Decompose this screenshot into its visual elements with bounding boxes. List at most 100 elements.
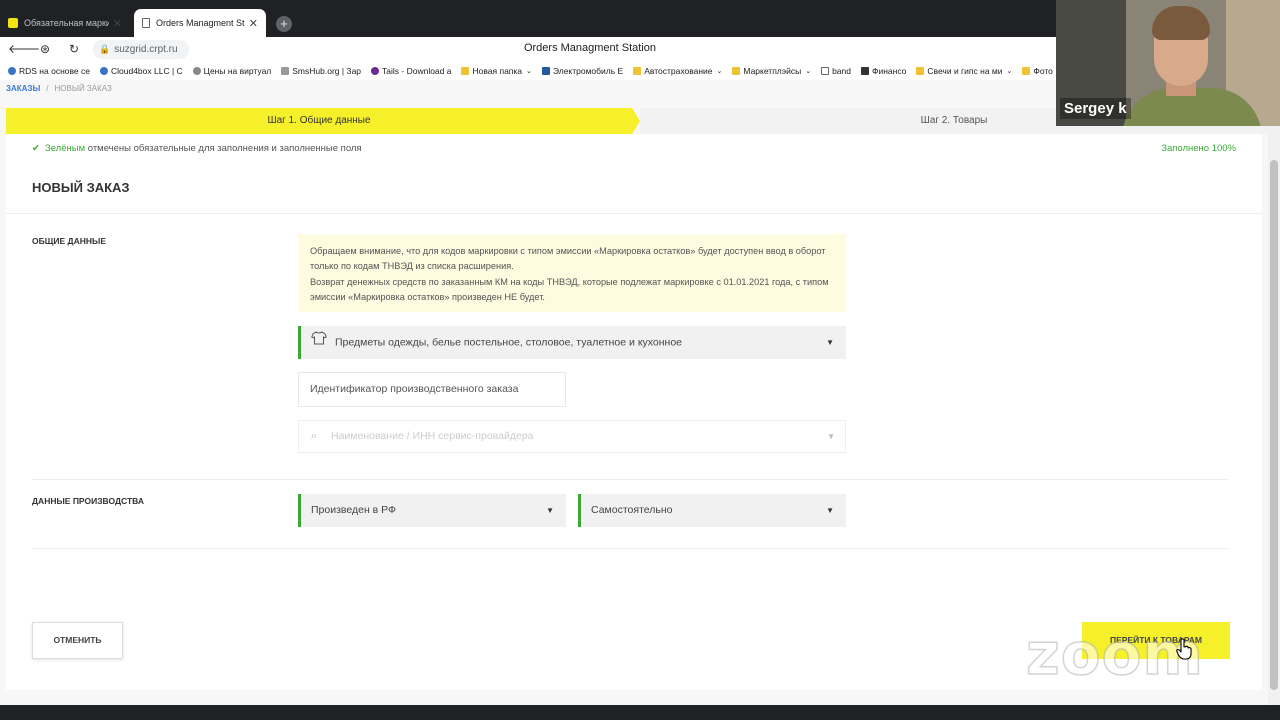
cancel-button[interactable]: ОТМЕНИТЬ [32,622,123,659]
search-icon: ⌕ [311,430,318,442]
page-scrollbar[interactable] [1268,80,1280,705]
notice-paragraph: Обращаем внимание, что для кодов маркиро… [310,246,826,271]
bookmark-folder[interactable]: Новая папка ⌄ [461,66,532,76]
hint-text: отмечены обязательные для заполнения и з… [85,143,362,154]
tab-close-icon[interactable]: ✕ [113,17,122,30]
chevron-down-icon: ▼ [826,338,834,347]
browser-tab-orders[interactable]: Orders Managment Stat ✕ [134,9,266,37]
site-icon [541,67,550,75]
bookmark-label: Cloud4box LLC | C [110,66,183,76]
hand-cursor-icon [1176,638,1192,665]
address-bar[interactable]: 🔒 suzgrid.crpt.ru [93,40,189,59]
tails-icon [371,67,380,75]
bookmark-folder[interactable]: Фото [1022,66,1053,76]
hint-highlight: Зелёным [44,143,86,154]
production-order-id-field[interactable]: Идентификатор производственного заказа [298,372,566,407]
screen: Обязательная маркировк ✕ Orders Managmen… [0,0,1280,720]
folder-icon [732,67,741,75]
service-provider-select[interactable]: ⌕ Наименование / ИНН сервис-провайдера ▼ [298,420,846,453]
order-id-placeholder: Идентификатор производственного заказа [310,383,519,395]
bookmark-item[interactable]: Электромобиль Е [541,66,624,76]
bookmark-folder[interactable]: Автострахование ⌄ [633,66,722,76]
site-icon [861,67,869,75]
section-general-label: ОБЩИЕ ДАННЫЕ [32,236,106,246]
page-icon [821,67,830,75]
bookmark-label: Цены на виртуал [203,66,272,76]
breadcrumb-current: НОВЫЙ ЗАКАЗ [54,84,112,93]
participant-name: Sergey k [1060,98,1131,119]
bookmark-item[interactable]: Tails - Download a [371,66,451,76]
product-group-value: Предметы одежды, белье постельное, столо… [335,336,683,349]
bookmark-label: Tails - Download a [382,66,452,76]
bookmark-item[interactable]: SmsHub.org | Зар [281,66,361,76]
bookmark-label: RDS на основе се [19,66,90,76]
bookmark-label: band [832,66,851,76]
divider [32,548,1228,549]
breadcrumb-orders-link[interactable]: ЗАКАЗЫ [6,84,40,93]
production-method-value: Самостоятельно [591,504,673,516]
chevron-down-icon: ▼ [546,506,554,515]
tab-title: Обязательная маркировк [24,18,109,28]
chevron-down-icon: ⌄ [805,68,812,75]
participant-video-tile[interactable]: Sergey k [1056,0,1280,126]
bookmark-item[interactable]: Cloud4box LLC | C [99,66,183,76]
divider [32,479,1228,480]
bookmark-label: Свечи и гипс на ми [927,66,1003,76]
folder-icon [916,67,925,75]
cloud-icon [99,67,108,75]
bookmark-item[interactable]: RDS на основе се [8,66,90,76]
tab-title: Orders Managment Stat [156,18,245,28]
bookmark-item[interactable]: Финансо [861,66,906,76]
order-form-card: ✔ Зелёным отмечены обязательные для запол… [6,134,1262,690]
bookmark-folder[interactable]: Свечи и гипс на ми ⌄ [916,66,1012,76]
required-fields-hint: ✔ Зелёным отмечены обязательные для запол… [32,143,362,154]
wordpress-icon [8,67,16,75]
chevron-down-icon: ▼ [826,506,834,515]
chevron-down-icon: ▼ [827,432,835,441]
tab-page-icon [142,18,150,28]
scrollbar-thumb[interactable] [1270,160,1278,690]
chevron-down-icon: ⌄ [526,68,532,75]
bookmark-label: Маркетплэйсы [743,66,802,76]
production-method-select[interactable]: Самостоятельно ▼ [578,494,846,527]
step-general-data[interactable]: Шаг 1. Общие данные [6,108,632,134]
breadcrumb-separator: / [46,84,49,93]
tab-favicon-icon [8,18,18,28]
shirt-icon [311,326,327,359]
bookmark-item[interactable]: Цены на виртуал [192,66,272,76]
reload-icon[interactable]: ↻ [66,41,82,57]
participant-hair [1152,6,1210,40]
bookmark-label: SmsHub.org | Зар [292,66,362,76]
fill-progress: Заполнено 100% [1161,143,1236,154]
bookmark-label: Финансо [872,66,907,76]
bookmark-label: Автострахование [644,66,713,76]
browser-tab-markirovka[interactable]: Обязательная маркировк ✕ [0,9,130,37]
provider-placeholder: Наименование / ИНН сервис-провайдера [331,430,534,442]
divider [6,213,1262,214]
bookmark-folder[interactable]: Маркетплэйсы ⌄ [732,66,811,76]
folder-icon [1022,67,1031,75]
bookmark-item[interactable]: band [821,66,851,76]
chevron-down-icon: ⌄ [716,68,723,75]
production-country-select[interactable]: Произведен в РФ ▼ [298,494,566,527]
section-production-label: ДАННЫЕ ПРОИЗВОДСТВА [32,496,144,506]
new-tab-button[interactable]: + [276,16,292,32]
notice-paragraph: Возврат денежных средств по заказанным К… [310,277,829,302]
emission-notice: Обращаем внимание, что для кодов маркиро… [298,234,846,312]
shield-icon[interactable]: ⊛ [37,41,53,57]
bookmark-label: Новая папка [472,66,523,76]
breadcrumb: ЗАКАЗЫ / НОВЫЙ ЗАКАЗ [6,84,112,93]
tab-close-icon[interactable]: ✕ [249,17,258,30]
product-group-select[interactable]: Предметы одежды, белье постельное, столо… [298,326,846,359]
folder-icon [633,67,642,75]
step-arrow [632,108,640,134]
lock-icon: 🔒 [99,44,111,54]
bookmark-label: Электромобиль Е [552,66,624,76]
production-country-value: Произведен в РФ [311,504,397,516]
bookmark-label: Фото [1033,66,1053,76]
back-arrow-icon[interactable]: 🡐 [8,41,40,57]
chevron-down-icon: ⌄ [1006,68,1013,75]
site-icon [281,67,290,75]
bottom-bar [0,705,1280,720]
address-url: suzgrid.crpt.ru [114,44,178,55]
